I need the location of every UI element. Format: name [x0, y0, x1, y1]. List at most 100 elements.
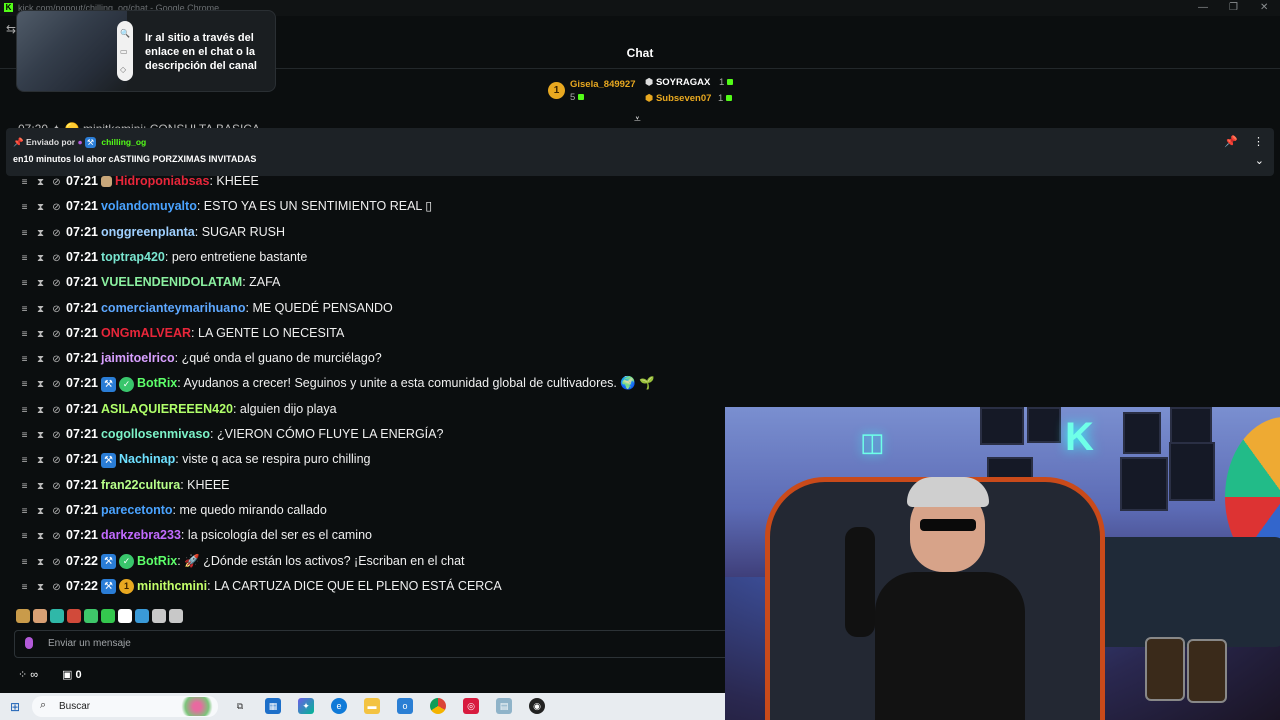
chat-message[interactable]: ≡ ⧗ ⊘ 07:21 cogollosenmivaso: ¿VIERON CÓMO F…: [18, 424, 444, 446]
ban-icon[interactable]: ⊘: [50, 325, 63, 345]
timeout-icon[interactable]: ⧗: [34, 274, 47, 294]
channel-points-button[interactable]: ⁘ ∞: [18, 668, 38, 681]
reply-icon[interactable]: ≡: [18, 249, 31, 269]
windows-start-icon[interactable]: ⊞: [10, 700, 20, 714]
timeout-icon[interactable]: ⧗: [34, 249, 47, 269]
emote-icon[interactable]: [50, 608, 64, 623]
collapse-leaderboard-icon[interactable]: ⩡: [634, 112, 641, 127]
timeout-icon[interactable]: ⧗: [34, 426, 47, 446]
emote-icon[interactable]: [16, 608, 30, 623]
reply-icon[interactable]: ≡: [18, 274, 31, 294]
emote-icon[interactable]: [101, 608, 115, 623]
chat-message[interactable]: ≡ ⧗ ⊘ 07:21 Hidroponiabsas: KHEEE: [18, 171, 259, 191]
pinned-author[interactable]: chilling_og: [101, 137, 146, 147]
message-username[interactable]: comercianteymarihuano: [101, 301, 246, 315]
ban-icon[interactable]: ⊘: [50, 274, 63, 294]
chat-message[interactable]: ≡ ⧗ ⊘ 07:21 parecetonto: me quedo mirando ca…: [18, 500, 327, 520]
timeout-icon[interactable]: ⧗: [34, 300, 47, 320]
chat-message[interactable]: ≡ ⧗ ⊘ 07:21 ASILAQUIEREEEN420: alguien dijo …: [18, 399, 337, 419]
chat-message[interactable]: ≡ ⧗ ⊘ 07:21 ONGmALVEAR: LA GENTE LO NECESITA: [18, 323, 345, 345]
reply-icon[interactable]: ≡: [18, 300, 31, 320]
reply-icon[interactable]: ≡: [18, 401, 31, 421]
task-view-icon[interactable]: ⧉: [232, 698, 248, 714]
chat-message[interactable]: ≡ ⧗ ⊘ 07:21 comercianteymarihuano: ME QUEDÉ …: [18, 298, 393, 318]
mic-icon[interactable]: [25, 637, 33, 649]
ban-icon[interactable]: ⊘: [50, 198, 63, 218]
timeout-icon[interactable]: ⧗: [34, 325, 47, 345]
timeout-icon[interactable]: ⧗: [34, 477, 47, 497]
close-icon[interactable]: ✕: [1260, 2, 1268, 13]
ban-icon[interactable]: ⊘: [50, 451, 63, 471]
message-username[interactable]: volandomuyalto: [101, 199, 197, 213]
timeout-icon[interactable]: ⧗: [34, 224, 47, 244]
chat-message[interactable]: ≡ ⧗ ⊘ 07:21 onggreenplanta: SUGAR RUSH: [18, 222, 285, 242]
message-username[interactable]: BotRix: [137, 554, 177, 568]
emote-icon[interactable]: [84, 608, 98, 623]
chat-message[interactable]: ≡ ⧗ ⊘ 07:21 fran22cultura: KHEEE: [18, 475, 230, 495]
chat-message[interactable]: ≡ ⧗ ⊘ 07:21 VUELENDENIDOLATAM: ZAFA: [18, 272, 281, 294]
timeout-icon[interactable]: ⧗: [34, 527, 47, 547]
ban-icon[interactable]: ⊘: [50, 350, 63, 370]
timeout-icon[interactable]: ⧗: [34, 502, 47, 522]
chat-message[interactable]: ≡ ⧗ ⊘ 07:21 darkzebra233: la psicología del …: [18, 525, 372, 545]
outlook-icon[interactable]: o: [397, 698, 413, 714]
leader-1[interactable]: Gisela_849927: [570, 79, 636, 90]
ban-icon[interactable]: ⊘: [50, 173, 63, 193]
reply-icon[interactable]: ≡: [18, 477, 31, 497]
leader-2[interactable]: ⬢ SOYRAGAX 1: [645, 77, 734, 88]
ban-icon[interactable]: ⊘: [50, 477, 63, 497]
message-username[interactable]: jaimitoelrico: [101, 351, 175, 365]
emote-icon[interactable]: [67, 608, 81, 623]
ban-icon[interactable]: ⊘: [50, 249, 63, 269]
timeout-icon[interactable]: ⧗: [34, 451, 47, 471]
reply-icon[interactable]: ≡: [18, 224, 31, 244]
copilot-icon[interactable]: ✦: [298, 698, 314, 714]
ban-icon[interactable]: ⊘: [50, 300, 63, 320]
ban-icon[interactable]: ⊘: [50, 502, 63, 522]
message-username[interactable]: parecetonto: [101, 503, 173, 517]
message-username[interactable]: onggreenplanta: [101, 225, 195, 239]
message-username[interactable]: Hidroponiabsas: [115, 174, 209, 188]
chest-button[interactable]: ▣ 0: [62, 668, 82, 681]
reply-icon[interactable]: ≡: [18, 350, 31, 370]
reply-icon[interactable]: ≡: [18, 553, 31, 573]
more-options-icon[interactable]: ⋮: [1253, 135, 1264, 148]
message-username[interactable]: VUELENDENIDOLATAM: [101, 275, 242, 289]
timeout-icon[interactable]: ⧗: [34, 350, 47, 370]
pin-icon[interactable]: 📌: [1224, 135, 1238, 148]
reply-icon[interactable]: ≡: [18, 502, 31, 522]
reply-icon[interactable]: ≡: [18, 375, 31, 395]
chat-message[interactable]: ≡ ⧗ ⊘ 07:21 volandomuyalto: ESTO YA ES UN SE…: [18, 196, 433, 218]
minimize-icon[interactable]: —: [1198, 2, 1208, 13]
store-icon[interactable]: ▦: [265, 698, 281, 714]
timeout-icon[interactable]: ⧗: [34, 173, 47, 193]
ban-icon[interactable]: ⊘: [50, 426, 63, 446]
chat-message[interactable]: ≡ ⧗ ⊘ 07:22 ⚒ ✓ BotRix: 🚀 ¿Dónde están los act…: [18, 551, 465, 571]
message-username[interactable]: Nachinap: [119, 452, 175, 466]
timeout-icon[interactable]: ⧗: [34, 198, 47, 218]
reply-icon[interactable]: ≡: [18, 173, 31, 193]
ban-icon[interactable]: ⊘: [50, 527, 63, 547]
file-explorer-icon[interactable]: ▬: [364, 698, 380, 714]
message-username[interactable]: cogollosenmivaso: [101, 427, 210, 441]
app-red-icon[interactable]: ◎: [463, 698, 479, 714]
chat-message[interactable]: ≡ ⧗ ⊘ 07:22 ⚒ 1 minithcmini: LA CARTUZA DICE Q…: [18, 576, 502, 596]
reply-icon[interactable]: ≡: [18, 451, 31, 471]
message-username[interactable]: darkzebra233: [101, 528, 181, 542]
message-username[interactable]: minithcmini: [137, 579, 207, 593]
timeout-icon[interactable]: ⧗: [34, 578, 47, 598]
ban-icon[interactable]: ⊘: [50, 578, 63, 598]
ban-icon[interactable]: ⊘: [50, 401, 63, 421]
timeout-icon[interactable]: ⧗: [34, 401, 47, 421]
chevron-down-icon[interactable]: ⌄: [1255, 154, 1264, 167]
timeout-icon[interactable]: ⧗: [34, 553, 47, 573]
message-username[interactable]: ONGmALVEAR: [101, 326, 191, 340]
leader-3[interactable]: ⬢ Subseven07 1: [645, 93, 733, 104]
chat-message[interactable]: ≡ ⧗ ⊘ 07:21 ⚒ Nachinap: viste q aca se respir…: [18, 449, 371, 469]
ban-icon[interactable]: ⊘: [50, 375, 63, 395]
chrome-icon[interactable]: [430, 698, 446, 714]
reply-icon[interactable]: ≡: [18, 198, 31, 218]
timeout-icon[interactable]: ⧗: [34, 375, 47, 395]
restore-icon[interactable]: ❐: [1229, 2, 1238, 13]
pinned-message[interactable]: 📌 Enviado por ● ⚒ chilling_og en10 minut…: [6, 128, 1274, 176]
